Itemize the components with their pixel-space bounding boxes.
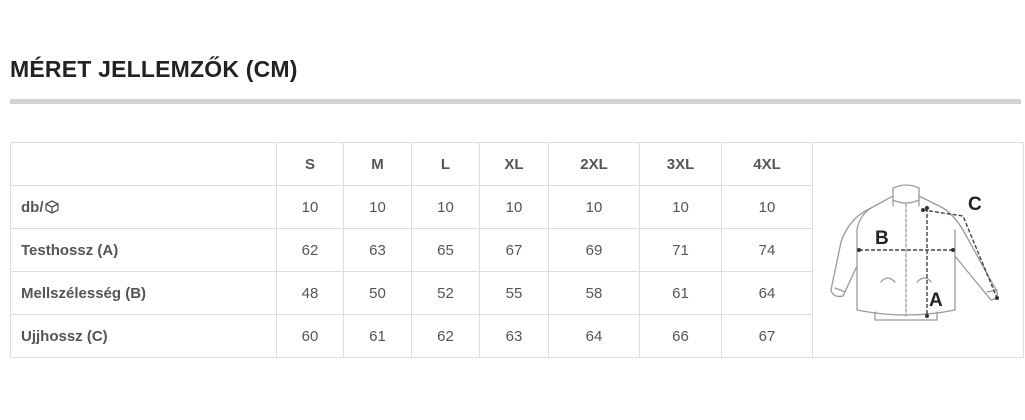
cell-value: 10 xyxy=(479,185,549,229)
table-header-row: S M L XL 2XL 3XL 4XL B A C xyxy=(10,142,1024,358)
row-label-body-length: Testhossz (A) xyxy=(10,228,277,272)
row-label-quantity: db/ xyxy=(10,185,277,229)
cell-value: 63 xyxy=(343,228,412,272)
cell-value: 63 xyxy=(479,314,549,358)
cell-value: 50 xyxy=(343,271,412,315)
cell-value: 58 xyxy=(548,271,640,315)
column-header-2xl: 2XL xyxy=(548,142,640,186)
cell-value: 60 xyxy=(276,314,344,358)
label-c: C xyxy=(968,194,982,215)
cell-value: 10 xyxy=(548,185,640,229)
title-divider xyxy=(10,99,1021,104)
label-a: A xyxy=(929,290,943,311)
cell-value: 67 xyxy=(721,314,813,358)
box-icon xyxy=(44,199,59,214)
cell-value: 61 xyxy=(343,314,412,358)
cell-value: 10 xyxy=(721,185,813,229)
column-header-l: L xyxy=(411,142,480,186)
size-chart-table: S M L XL 2XL 3XL 4XL B A C db/ 10 10 10 … xyxy=(10,142,1024,358)
row-label-sleeve-length: Ujjhossz (C) xyxy=(10,314,277,358)
cell-value: 10 xyxy=(411,185,480,229)
cell-value: 64 xyxy=(548,314,640,358)
cell-value: 71 xyxy=(639,228,722,272)
cell-value: 66 xyxy=(639,314,722,358)
cell-value: 10 xyxy=(276,185,344,229)
cell-value: 52 xyxy=(411,271,480,315)
column-header-xl: XL xyxy=(479,142,549,186)
cell-value: 65 xyxy=(411,228,480,272)
column-header-m: M xyxy=(343,142,412,186)
page-title: MÉRET JELLEMZŐK (CM) xyxy=(10,56,298,82)
row-label-chest-width: Mellszélesség (B) xyxy=(10,271,277,315)
cell-value: 55 xyxy=(479,271,549,315)
jacket-sketch: B A C xyxy=(830,184,999,321)
cell-value: 64 xyxy=(721,271,813,315)
cell-value: 62 xyxy=(276,228,344,272)
cell-value: 69 xyxy=(548,228,640,272)
cell-value: 48 xyxy=(276,271,344,315)
cell-value: 10 xyxy=(639,185,722,229)
cell-value: 67 xyxy=(479,228,549,272)
cell-value: 10 xyxy=(343,185,412,229)
label-b: B xyxy=(875,228,889,249)
cell-value: 62 xyxy=(411,314,480,358)
column-header-s: S xyxy=(276,142,344,186)
column-header-3xl: 3XL xyxy=(639,142,722,186)
cell-value: 61 xyxy=(639,271,722,315)
jacket-measurement-diagram: B A C xyxy=(812,142,1024,358)
cell-value: 74 xyxy=(721,228,813,272)
column-header-4xl: 4XL xyxy=(721,142,813,186)
row-label-text: db/ xyxy=(21,198,44,216)
header-empty-cell xyxy=(10,142,277,186)
